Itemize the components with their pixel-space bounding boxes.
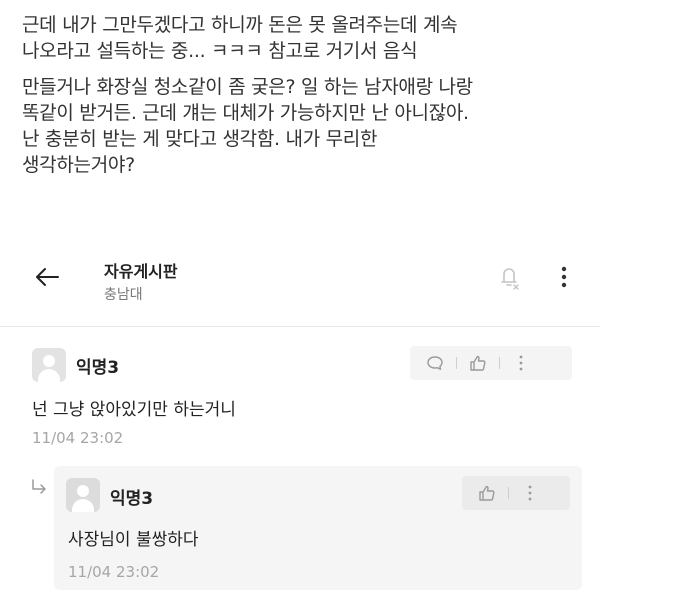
- post-body: 근데 내가 그만두겠다고 하니까 돈은 못 올려주는데 계속 나오라고 설득하는…: [22, 12, 642, 178]
- arrow-left-icon: [36, 268, 59, 286]
- reply-more-button[interactable]: [515, 478, 545, 508]
- post-text-line: 나오라고 설득하는 중... ㅋㅋㅋ 참고로 거기서 음식: [22, 40, 418, 62]
- like-button[interactable]: [472, 478, 502, 508]
- more-vertical-icon: [561, 266, 567, 288]
- like-icon: [470, 355, 486, 371]
- board-title: 자유게시판: [104, 262, 178, 281]
- like-icon: [479, 485, 495, 501]
- comment-timestamp: 11/04 23:02: [32, 429, 124, 447]
- post-text-line: 만들거나 화장실 청소같이 좀 궂은? 일 하는 남자애랑 나랑: [22, 76, 473, 98]
- comment-actions: [410, 346, 572, 380]
- more-vertical-icon: [519, 355, 523, 371]
- reply-text: 사장님이 불쌍하다: [68, 530, 199, 550]
- reply-comment: 익명3 사장님이 불쌍하다 11/04 23:02: [54, 466, 582, 590]
- post-paragraph-2: 만들거나 화장실 청소같이 좀 궂은? 일 하는 남자애랑 나랑 똑같이 받거든…: [22, 74, 642, 178]
- post-text-line: 생각하는거야?: [22, 154, 135, 176]
- like-button[interactable]: [463, 348, 493, 378]
- more-vertical-icon: [528, 485, 532, 501]
- comment-author: 익명3: [76, 358, 120, 378]
- comment-text: 넌 그냥 앉아있기만 하는거니: [32, 400, 236, 420]
- header-divider: [0, 326, 600, 327]
- notification-button[interactable]: [494, 262, 524, 292]
- comment-more-button[interactable]: [506, 348, 536, 378]
- reply-icon: [427, 356, 443, 370]
- post-text-line: 근데 내가 그만두겠다고 하니까 돈은 못 올려주는데 계속: [22, 14, 458, 36]
- board-subtitle: 충남대: [104, 287, 143, 303]
- bell-off-icon: [501, 268, 519, 290]
- board-header: 자유게시판 충남대: [0, 244, 600, 320]
- reply-actions: [462, 476, 570, 510]
- comment: 익명3 넌 그냥 앉아있기만 하는거니 11/04 23:02: [22, 338, 582, 450]
- action-separator: [499, 357, 500, 369]
- action-separator: [456, 357, 457, 369]
- back-button[interactable]: [32, 262, 62, 292]
- post-text-line: 똑같이 받거든. 근데 걔는 대체가 가능하지만 난 아니잖아.: [22, 102, 469, 124]
- more-button[interactable]: [554, 262, 574, 292]
- action-separator: [508, 487, 509, 499]
- avatar: [66, 478, 100, 512]
- reply-author: 익명3: [110, 489, 154, 509]
- reply-arrow-icon: [32, 479, 46, 494]
- avatar: [32, 348, 66, 382]
- reply-timestamp: 11/04 23:02: [68, 563, 160, 581]
- post-paragraph-1: 근데 내가 그만두겠다고 하니까 돈은 못 올려주는데 계속 나오라고 설득하는…: [22, 12, 642, 64]
- reply-button[interactable]: [420, 348, 450, 378]
- post-text-line: 난 충분히 받는 게 맞다고 생각함. 내가 무리한: [22, 128, 378, 150]
- screen: 근데 내가 그만두겠다고 하니까 돈은 못 올려주는데 계속 나오라고 설득하는…: [0, 0, 684, 600]
